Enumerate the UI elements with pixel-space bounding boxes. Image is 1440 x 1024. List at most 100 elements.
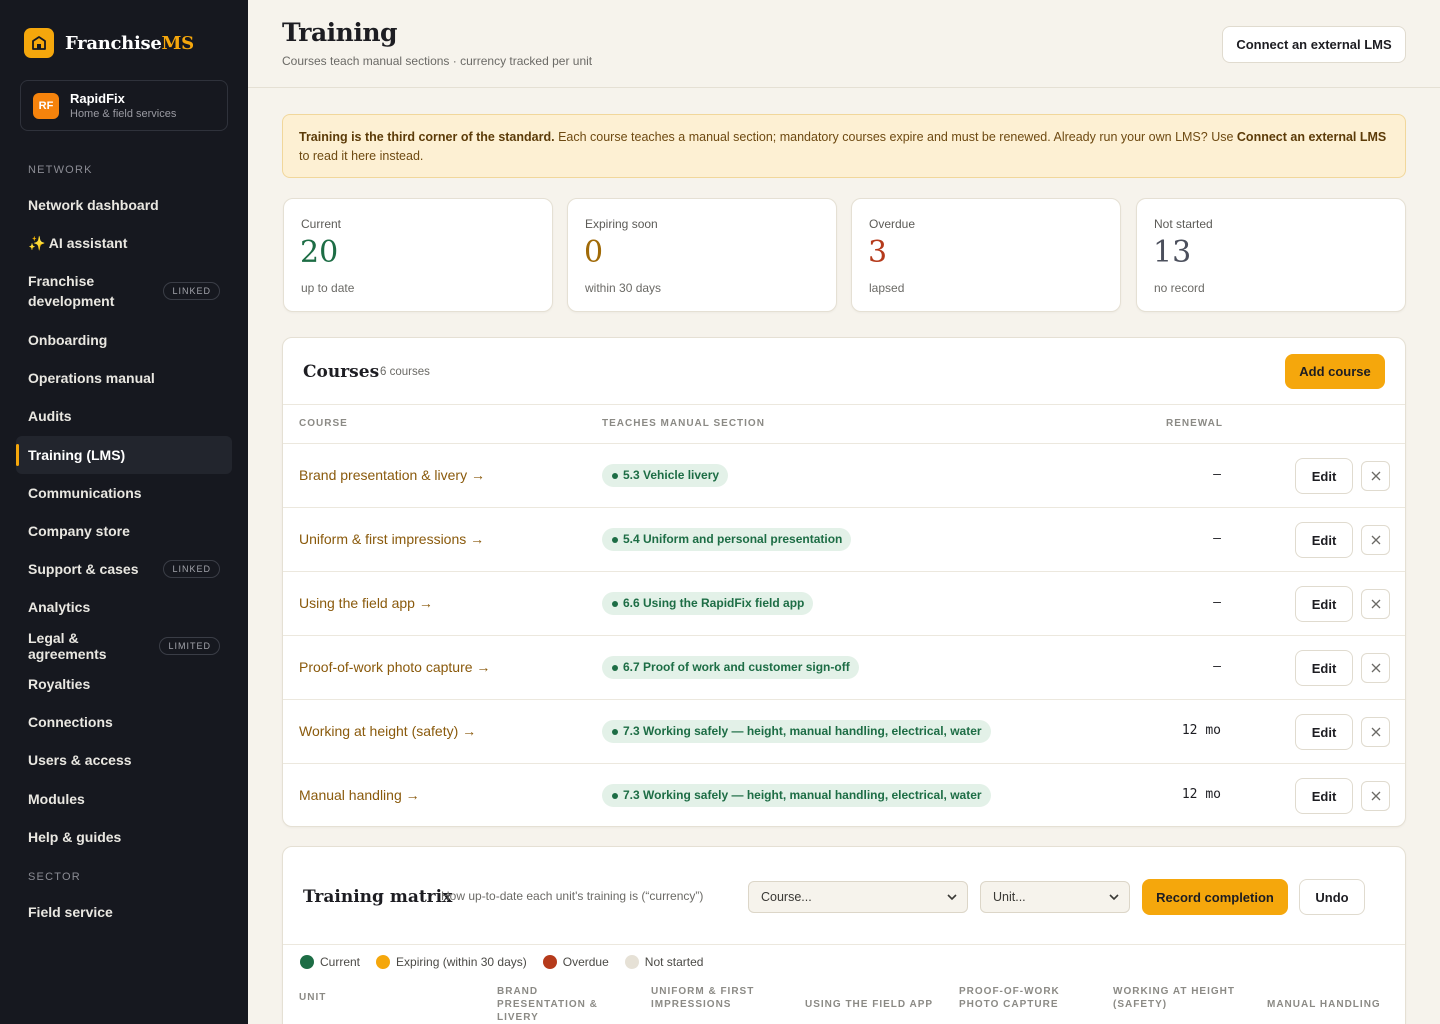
tenant-switcher[interactable]: RF RapidFix Home & field services — [20, 80, 228, 131]
legend-label: Current — [320, 955, 361, 969]
sidebar-item-label: Users & access — [28, 752, 132, 768]
close-icon[interactable] — [1361, 525, 1390, 555]
edit-button[interactable]: Edit — [1295, 778, 1353, 814]
sidebar-item-label: ✨ AI assistant — [28, 234, 128, 251]
sidebar-item-audits[interactable]: Audits — [16, 397, 232, 435]
stat-sub: up to date — [301, 281, 355, 295]
courses-title: Courses — [303, 362, 380, 382]
unit-select[interactable]: Unit... — [980, 881, 1130, 913]
course-select-value: Course... — [761, 890, 812, 904]
close-icon[interactable] — [1361, 653, 1390, 683]
legend-label: Expiring (within 30 days) — [396, 955, 527, 969]
tenant-name: RapidFix — [70, 91, 125, 106]
stat-sub: lapsed — [869, 281, 905, 295]
course-link[interactable]: Working at height (safety) → — [299, 723, 476, 739]
renewal-value: 12 mo — [1181, 723, 1221, 738]
edit-button[interactable]: Edit — [1295, 458, 1353, 494]
undo-button[interactable]: Undo — [1299, 879, 1365, 915]
chevron-down-icon — [1109, 890, 1119, 904]
stat-sub: within 30 days — [585, 281, 662, 295]
matrix-column-unit: UNIT — [299, 992, 327, 1003]
header-divider — [283, 404, 1405, 405]
brand[interactable]: FranchiseMS — [24, 28, 194, 58]
stat-card-overdue: Overdue 3 lapsed — [851, 198, 1121, 312]
course-link[interactable]: Using the field app → — [299, 595, 433, 611]
add-course-button[interactable]: Add course — [1285, 354, 1385, 389]
sidebar-item-label: Company store — [28, 523, 130, 539]
sidebar-item-support-cases[interactable]: Support & cases LINKED — [16, 550, 232, 588]
sidebar-item-network-dashboard[interactable]: Network dashboard — [16, 186, 232, 224]
linked-badge: LINKED — [163, 560, 220, 578]
sidebar-item-modules[interactable]: Modules — [16, 780, 232, 818]
sidebar-item-field-service[interactable]: Field service — [16, 893, 232, 931]
sidebar-item-royalties[interactable]: Royalties — [16, 665, 232, 703]
stat-sub: no record — [1154, 281, 1205, 295]
edit-button[interactable]: Edit — [1295, 586, 1353, 622]
course-link[interactable]: Proof-of-work photo capture → — [299, 659, 490, 675]
courses-card: Courses 6 courses Add course COURSE TEAC… — [282, 337, 1406, 827]
record-completion-button[interactable]: Record completion — [1142, 879, 1288, 915]
status-dot-icon — [300, 955, 314, 969]
sidebar-item-label: Analytics — [28, 599, 91, 615]
manual-section-pill[interactable]: 7.3 Working safely — height, manual hand… — [602, 720, 991, 743]
edit-button[interactable]: Edit — [1295, 714, 1353, 750]
close-icon[interactable] — [1361, 717, 1390, 747]
sidebar-item-communications[interactable]: Communications — [16, 474, 232, 512]
legend-item-overdue: Overdue — [542, 955, 609, 969]
sidebar-item-company-store[interactable]: Company store — [16, 512, 232, 550]
close-icon[interactable] — [1361, 461, 1390, 491]
column-header-renewal: RENEWAL — [1166, 418, 1223, 429]
sidebar-item-label: Training (LMS) — [28, 447, 126, 463]
sidebar-item-ai-assistant[interactable]: ✨ AI assistant — [16, 224, 232, 262]
sidebar-item-legal-agreements[interactable]: Legal & agreements LIMITED — [16, 627, 232, 665]
sidebar-item-help-guides[interactable]: Help & guides — [16, 818, 232, 856]
sidebar: FranchiseMS RF RapidFix Home & field ser… — [0, 0, 248, 1024]
connect-external-lms-button[interactable]: Connect an external LMS — [1222, 26, 1406, 63]
table-row: Working at height (safety) → 7.3 Working… — [283, 699, 1405, 763]
manual-section-pill[interactable]: 7.3 Working safely — height, manual hand… — [602, 784, 991, 807]
sidebar-item-users-access[interactable]: Users & access — [16, 741, 232, 779]
sidebar-item-label: Audits — [28, 408, 72, 424]
sidebar-item-franchise-development[interactable]: Franchise development LINKED — [16, 266, 232, 316]
table-row: Manual handling → 7.3 Working safely — h… — [283, 763, 1405, 826]
sidebar-item-label: Support & cases — [28, 561, 139, 577]
close-icon[interactable] — [1361, 589, 1390, 619]
matrix-subtitle: How up-to-date each unit's training is (… — [441, 889, 704, 903]
brand-name: FranchiseMS — [65, 32, 194, 54]
course-select[interactable]: Course... — [748, 881, 968, 913]
stat-card-not-started: Not started 13 no record — [1136, 198, 1406, 312]
manual-section-pill[interactable]: 6.7 Proof of work and customer sign-off — [602, 656, 859, 679]
manual-section-pill[interactable]: 6.6 Using the RapidFix field app — [602, 592, 814, 615]
page-subtitle: Courses teach manual sections · currency… — [282, 54, 593, 68]
sidebar-item-operations-manual[interactable]: Operations manual — [16, 359, 232, 397]
status-dot-icon — [376, 955, 391, 969]
edit-button[interactable]: Edit — [1295, 650, 1353, 686]
stat-label: Overdue — [869, 217, 916, 231]
page-title: Training — [282, 18, 397, 47]
renewal-value: – — [1213, 659, 1221, 674]
sidebar-item-analytics[interactable]: Analytics — [16, 588, 232, 626]
sidebar-item-label: Franchise development — [28, 273, 115, 309]
status-dot-icon — [542, 955, 557, 969]
course-link[interactable]: Brand presentation & livery → — [299, 467, 485, 483]
stat-card-current: Current 20 up to date — [283, 198, 553, 312]
tenant-avatar: RF — [33, 92, 59, 119]
column-header-section: TEACHES MANUAL SECTION — [602, 418, 765, 429]
sidebar-item-connections[interactable]: Connections — [16, 703, 232, 741]
stat-value: 20 — [300, 235, 339, 270]
course-link[interactable]: Uniform & first impressions → — [299, 531, 484, 547]
tenant-subtitle: Home & field services — [70, 108, 177, 120]
close-icon[interactable] — [1361, 781, 1390, 811]
course-link[interactable]: Manual handling → — [299, 787, 420, 803]
stat-label: Expiring soon — [585, 217, 658, 231]
matrix-column-manual-handling: MANUAL HANDLING — [1267, 999, 1381, 1010]
renewal-value: – — [1213, 531, 1221, 546]
sidebar-item-label: Field service — [28, 904, 113, 920]
edit-button[interactable]: Edit — [1295, 522, 1353, 558]
stat-label: Current — [301, 217, 342, 231]
sidebar-item-training[interactable]: Training (LMS) — [16, 436, 232, 474]
sidebar-item-onboarding[interactable]: Onboarding — [16, 321, 232, 359]
manual-section-pill[interactable]: 5.4 Uniform and personal presentation — [602, 528, 852, 551]
manual-section-pill[interactable]: 5.3 Vehicle livery — [602, 464, 729, 487]
notice-link[interactable]: Connect an external LMS — [1237, 130, 1386, 144]
